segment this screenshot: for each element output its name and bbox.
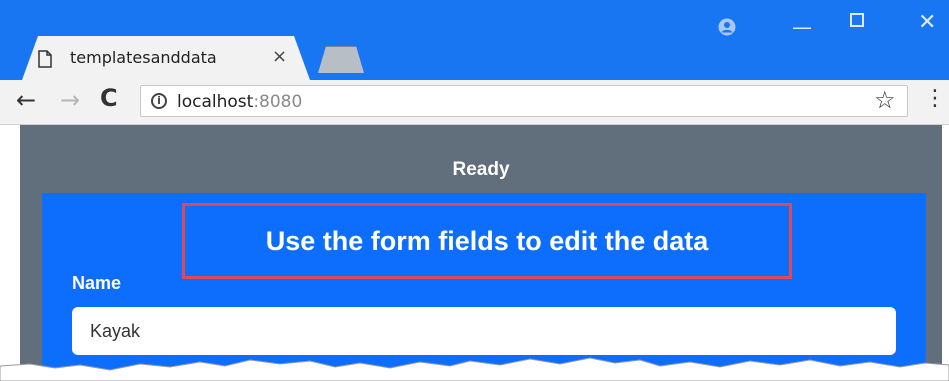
- url-host: localhost: [177, 92, 254, 112]
- new-tab-button[interactable]: [318, 46, 364, 73]
- torn-edge: [0, 357, 949, 381]
- browser-tab[interactable]: templatesanddata ×: [22, 36, 310, 80]
- browser-title-bar: templatesanddata × — ✕: [0, 0, 949, 80]
- info-icon[interactable]: i: [151, 93, 167, 109]
- maximize-button[interactable]: [850, 13, 864, 27]
- tab-title: templatesanddata: [70, 48, 217, 67]
- window-close-button[interactable]: ✕: [918, 10, 936, 35]
- forward-arrow-icon[interactable]: →: [60, 86, 80, 114]
- minimize-button[interactable]: —: [792, 15, 812, 39]
- heading-highlight: Use the form fields to edit the data: [182, 203, 792, 279]
- page-heading: Use the form fields to edit the data: [265, 226, 709, 256]
- reload-icon[interactable]: C: [100, 84, 118, 112]
- url-text[interactable]: localhost:8080: [177, 92, 302, 112]
- browser-toolbar: ← → C i localhost:8080 ☆ ⋮: [0, 80, 949, 125]
- menu-icon[interactable]: ⋮: [924, 88, 946, 110]
- document-icon: [38, 50, 52, 68]
- url-port: :8080: [253, 92, 303, 112]
- address-bar[interactable]: i localhost:8080: [140, 85, 908, 117]
- tab-close-icon[interactable]: ×: [272, 46, 287, 67]
- profile-icon[interactable]: [718, 18, 736, 36]
- back-arrow-icon[interactable]: ←: [16, 86, 36, 114]
- bookmark-star-icon[interactable]: ☆: [874, 86, 896, 114]
- status-text: Ready: [452, 159, 510, 180]
- name-label: Name: [72, 273, 122, 293]
